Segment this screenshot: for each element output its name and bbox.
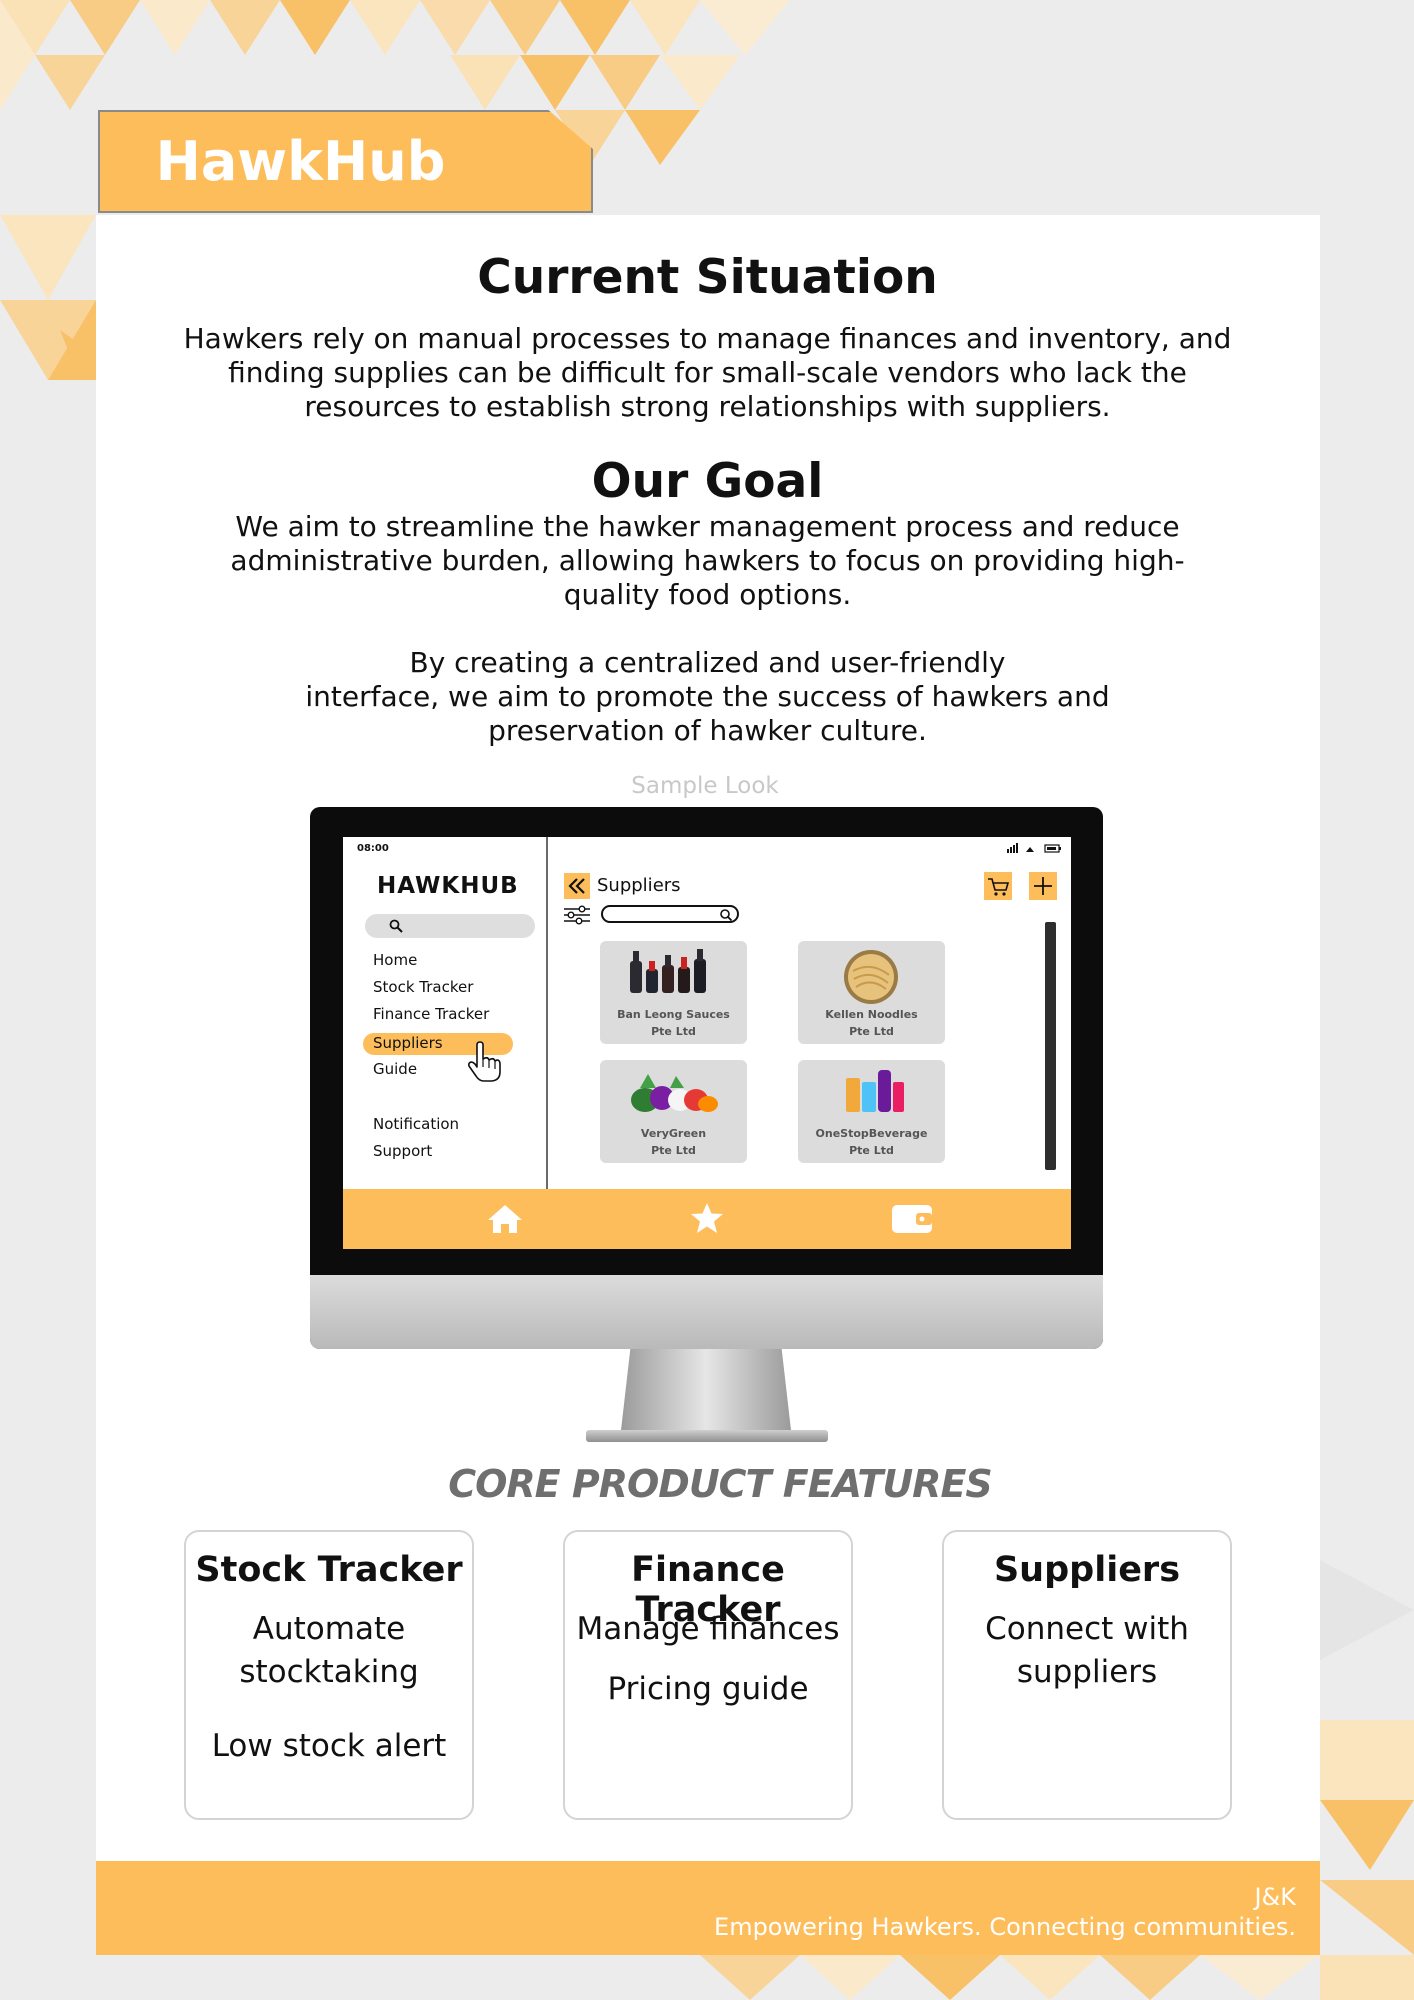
features-heading: CORE PRODUCT FEATURES <box>448 1462 993 1506</box>
supplier-search-input[interactable] <box>601 905 739 923</box>
goal-line-4: By creating a centralized and user-frien… <box>409 646 1006 679</box>
scrollbar[interactable] <box>1045 922 1056 1170</box>
pointer-hand-icon <box>467 1041 501 1082</box>
feature-card-stock-tracker: Stock Tracker Automate stocktaking Low s… <box>184 1530 474 1820</box>
monitor-chin <box>310 1275 1103 1349</box>
sample-look-label: Sample Look <box>631 773 779 799</box>
goal-line-6: preservation of hawker culture. <box>488 714 927 747</box>
feature-title: Stock Tracker <box>195 1550 463 1590</box>
feature-card-finance-tracker: Finance Tracker Manage finances Pricing … <box>563 1530 853 1820</box>
goal-line-5: interface, we aim to promote the success… <box>305 680 1110 713</box>
supplier-name-line1: Kellen Noodles <box>825 1008 918 1021</box>
noodle-bowl-icon <box>844 950 898 1004</box>
feature-line: Automate <box>252 1611 406 1647</box>
filter-sliders-icon[interactable] <box>563 905 591 925</box>
search-icon <box>389 919 403 933</box>
footer-author: J&K <box>1254 1883 1296 1911</box>
supplier-name: OneStopBeverage Pte Ltd <box>798 1125 945 1159</box>
cart-icon <box>988 878 1010 896</box>
supplier-name-line1: OneStopBeverage <box>815 1127 928 1140</box>
sidebar-search[interactable] <box>365 914 535 938</box>
monitor-stand <box>620 1349 792 1439</box>
back-button[interactable] <box>564 873 590 899</box>
goal-heading: Our Goal <box>591 454 824 509</box>
bottom-nav-bar <box>343 1189 1071 1249</box>
feature-card-suppliers: Suppliers Connect with suppliers <box>942 1530 1232 1820</box>
app-logo: HAWKHUB <box>377 873 519 899</box>
supplier-tile[interactable]: OneStopBeverage Pte Ltd <box>798 1060 945 1163</box>
brand-name: HawkHub <box>155 130 446 193</box>
situation-line-3: resources to establish strong relationsh… <box>304 390 1111 423</box>
supplier-name-line1: VeryGreen <box>640 1127 707 1140</box>
supplier-name-line2: Pte Ltd <box>849 1144 894 1157</box>
supplier-name-line2: Pte Ltd <box>651 1144 696 1157</box>
nav-notification[interactable]: Notification <box>373 1115 459 1133</box>
feature-line: Connect with <box>985 1611 1189 1647</box>
goal-line-3: quality food options. <box>563 578 852 611</box>
supplier-name: Ban Leong Sauces Pte Ltd <box>600 1006 747 1040</box>
nav-support[interactable]: Support <box>373 1142 432 1160</box>
wallet-icon[interactable] <box>890 1201 934 1235</box>
situation-line-2: finding supplies can be difficult for sm… <box>228 356 1187 389</box>
page-title: Suppliers <box>597 875 681 896</box>
add-button[interactable] <box>1029 872 1057 900</box>
search-icon <box>720 909 733 922</box>
situation-section: Current Situation Hawkers rely on manual… <box>160 250 1255 424</box>
vegetables-icon <box>631 1074 718 1112</box>
supplier-name-line2: Pte Ltd <box>849 1025 894 1038</box>
goal-line-1: We aim to streamline the hawker manageme… <box>235 510 1180 543</box>
supplier-name-line1: Ban Leong Sauces <box>617 1008 730 1021</box>
status-time: 08:00 <box>357 843 389 854</box>
plus-icon <box>1034 877 1052 895</box>
nav-home[interactable]: Home <box>373 951 417 969</box>
cart-button[interactable] <box>984 872 1012 900</box>
feature-line: stocktaking <box>239 1654 419 1690</box>
supplier-tile[interactable]: Kellen Noodles Pte Ltd <box>798 941 945 1044</box>
situation-line-1: Hawkers rely on manual processes to mana… <box>183 322 1232 355</box>
feature-line: suppliers <box>1016 1654 1158 1690</box>
supplier-tile[interactable]: VeryGreen Pte Ltd <box>600 1060 747 1163</box>
footer-tagline: Empowering Hawkers. Connecting communiti… <box>714 1913 1296 1941</box>
goal-section: Our Goal We aim to streamline the hawker… <box>160 454 1255 748</box>
situation-heading: Current Situation <box>477 250 938 305</box>
footer-bar: J&K Empowering Hawkers. Connecting commu… <box>96 1861 1320 1955</box>
supplier-name-line2: Pte Ltd <box>651 1025 696 1038</box>
home-icon[interactable] <box>486 1203 524 1235</box>
supplier-name: Kellen Noodles Pte Ltd <box>798 1006 945 1040</box>
nav-guide[interactable]: Guide <box>373 1060 417 1078</box>
sauce-bottles-icon <box>630 949 706 993</box>
monitor-base <box>586 1430 828 1442</box>
supplier-tile[interactable]: Ban Leong Sauces Pte Ltd <box>600 941 747 1044</box>
app-screen: 08:00 HAWKHUB Home Stock Tracker Finance… <box>343 837 1071 1249</box>
nav-finance-tracker[interactable]: Finance Tracker <box>373 1005 489 1023</box>
nav-stock-tracker[interactable]: Stock Tracker <box>373 978 473 996</box>
goal-line-2: administrative burden, allowing hawkers … <box>230 544 1185 577</box>
feature-line: Low stock alert <box>211 1728 447 1764</box>
supplier-name: VeryGreen Pte Ltd <box>600 1125 747 1159</box>
nav-suppliers[interactable]: Suppliers <box>373 1034 443 1052</box>
feature-line: Manage finances <box>576 1611 840 1647</box>
feature-line: Pricing guide <box>607 1671 809 1707</box>
sidebar-divider <box>546 837 548 1189</box>
feature-title: Suppliers <box>993 1550 1181 1590</box>
status-icons <box>1007 843 1063 856</box>
signal-wifi-battery-icon <box>1007 843 1061 853</box>
chevrons-left-icon <box>568 878 585 894</box>
drinks-icon <box>846 1070 904 1112</box>
star-icon[interactable] <box>689 1201 725 1235</box>
